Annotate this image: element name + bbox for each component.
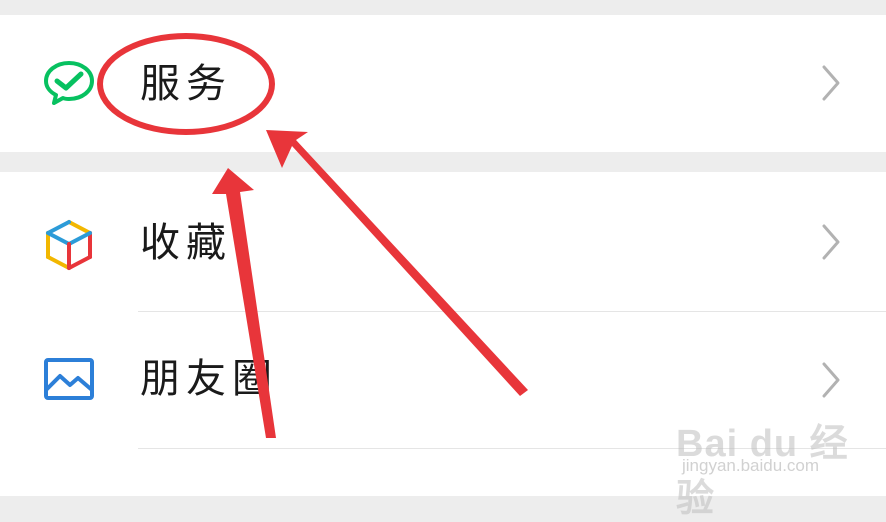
landscape-image-icon [44,358,94,400]
chevron-right-icon [822,224,840,260]
menu-row-favorites[interactable]: 收藏 [0,172,886,312]
services-card: 服务 [0,15,886,152]
top-gap [0,0,886,15]
watermark-url: jingyan.baidu.com [682,456,820,475]
wechat-pay-check-icon [44,61,94,105]
chevron-right-icon [822,362,840,398]
menu-label-favorites: 收藏 [140,220,232,266]
menu-label-moments: 朋友圈 [140,356,278,402]
cube-icon [46,220,92,270]
menu-row-services[interactable]: 服务 [0,15,886,152]
menu-label-services: 服务 [140,61,232,107]
chevron-right-icon [822,65,840,101]
